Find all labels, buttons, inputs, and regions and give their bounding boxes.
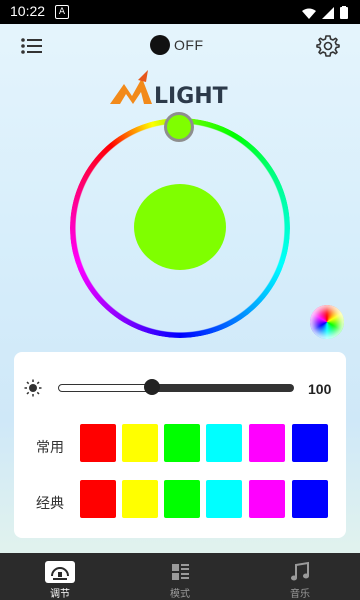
common-swatch-6[interactable] [292,424,328,462]
nav-tab-mode[interactable]: 模式 [120,553,240,600]
classic-swatch-3[interactable] [164,480,200,518]
classic-swatch-6[interactable] [292,480,328,518]
mode-icon [165,561,195,583]
nav-label-music: 音乐 [290,589,310,600]
top-bar: OFF [0,24,360,70]
gear-icon[interactable] [316,34,340,58]
nav-label-mode: 模式 [170,589,190,600]
power-knob [150,35,170,55]
slider-track-filled [58,384,150,392]
signal-icon [322,7,334,19]
notification-a-icon: A [55,5,69,19]
brightness-slider[interactable] [58,379,294,395]
menu-list-icon[interactable] [20,36,44,56]
adjust-icon [45,561,75,583]
mlight-logo: LIGHT [108,70,253,110]
status-time: 10:22 [10,3,46,19]
color-wheel-thumb[interactable] [164,112,194,142]
logo-text: LIGHT [154,84,228,109]
common-swatch-2[interactable] [122,424,158,462]
classic-swatch-2[interactable] [122,480,158,518]
status-icons [300,5,352,24]
slider-track-remaining [154,384,294,392]
color-wheel[interactable] [70,112,290,338]
brightness-sun-icon [24,379,42,397]
nav-tab-adjust[interactable]: 调节 [0,553,120,600]
music-icon [285,561,315,583]
nav-tab-music[interactable]: 音乐 [240,553,360,600]
battery-icon [340,7,348,19]
common-colors-label: 常用 [36,440,64,456]
slider-thumb[interactable] [144,379,160,395]
nav-label-adjust: 调节 [50,589,70,600]
classic-swatch-5[interactable] [249,480,285,518]
common-swatch-1[interactable] [80,424,116,462]
common-swatch-3[interactable] [164,424,200,462]
bottom-nav: 调节 模式 音乐 [0,553,360,600]
wifi-icon [302,8,316,19]
classic-swatch-4[interactable] [206,480,242,518]
power-toggle[interactable]: OFF [150,34,204,56]
status-bar: 10:22 A [0,0,360,24]
common-swatch-5[interactable] [249,424,285,462]
brightness-value: 100 [308,381,332,397]
common-swatch-4[interactable] [206,424,242,462]
power-label: OFF [174,37,204,53]
classic-colors-label: 经典 [36,496,64,512]
selected-color-preview [134,184,226,270]
control-panel: 100 常用 经典 [14,352,346,538]
rainbow-mode-icon[interactable] [310,305,344,339]
classic-swatch-1[interactable] [80,480,116,518]
